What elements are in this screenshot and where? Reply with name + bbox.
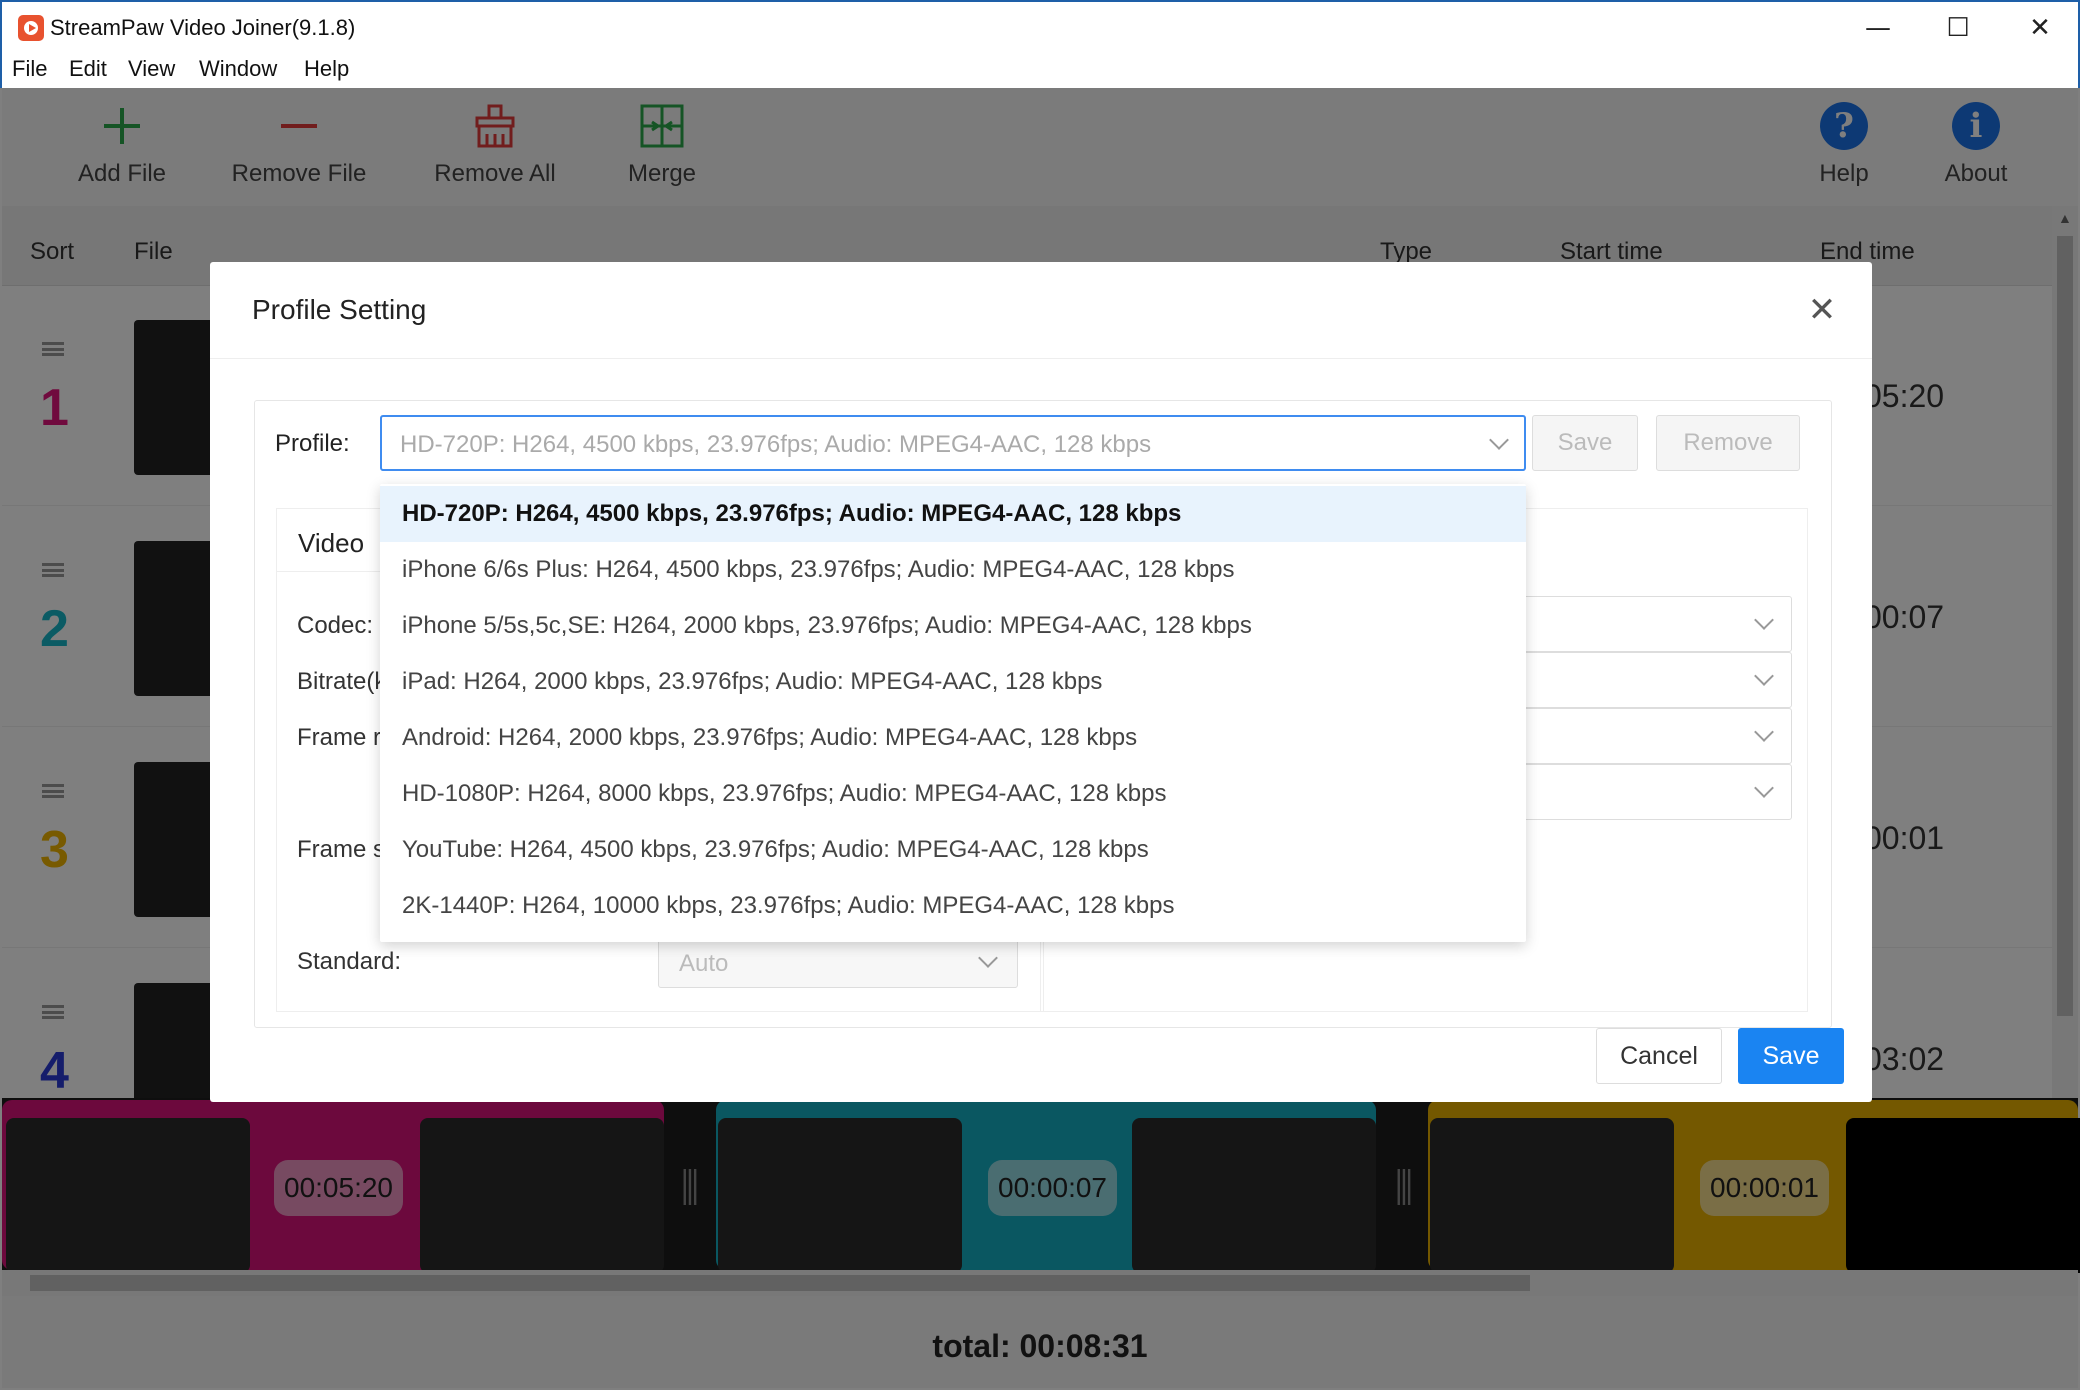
bitrate-label: Bitrate(k	[297, 668, 387, 695]
chevron-down-icon	[1754, 722, 1774, 742]
profile-select[interactable]: HD-720P: H264, 4500 kbps, 23.976fps; Aud…	[380, 415, 1526, 471]
profile-option[interactable]: YouTube: H264, 4500 kbps, 23.976fps; Aud…	[380, 822, 1526, 878]
menu-help[interactable]: Help	[304, 56, 349, 82]
profile-option[interactable]: Android: H264, 2000 kbps, 23.976fps; Aud…	[380, 710, 1526, 766]
profile-label: Profile:	[275, 430, 350, 457]
minimize-button[interactable]: —	[1848, 10, 1908, 46]
dialog-close-icon[interactable]: ✕	[1804, 292, 1840, 328]
menu-edit[interactable]: Edit	[69, 56, 107, 82]
app-logo-icon	[18, 15, 44, 41]
close-window-button[interactable]: ✕	[2010, 10, 2070, 46]
save-button[interactable]: Save	[1738, 1028, 1844, 1084]
profile-option[interactable]: iPhone 5/5s,5c,SE: H264, 2000 kbps, 23.9…	[380, 598, 1526, 654]
dialog-title: Profile Setting	[252, 294, 427, 325]
save-profile-button[interactable]: Save	[1532, 415, 1638, 471]
profile-option[interactable]: HD-720P: H264, 4500 kbps, 23.976fps; Aud…	[380, 486, 1526, 542]
frame-size-label: Frame s	[297, 836, 386, 863]
standard-label: Standard:	[297, 948, 402, 975]
menu-file[interactable]: File	[12, 56, 47, 82]
window-title: StreamPaw Video Joiner(9.1.8)	[50, 15, 356, 40]
maximize-button[interactable]: ☐	[1928, 10, 1988, 46]
profile-option[interactable]: iPad: H264, 2000 kbps, 23.976fps; Audio:…	[380, 654, 1526, 710]
menu-window[interactable]: Window	[199, 56, 277, 82]
remove-profile-button[interactable]: Remove	[1656, 415, 1800, 471]
profile-option[interactable]: iPhone 6/6s Plus: H264, 4500 kbps, 23.97…	[380, 542, 1526, 598]
menu-view[interactable]: View	[128, 56, 175, 82]
dialog-divider	[210, 358, 1872, 359]
chevron-down-icon	[1754, 778, 1774, 798]
audio-bitrate-select[interactable]	[1512, 652, 1792, 708]
chevron-down-icon	[1754, 610, 1774, 630]
cancel-button[interactable]: Cancel	[1596, 1028, 1722, 1084]
profile-option[interactable]: HD-1080P: H264, 8000 kbps, 23.976fps; Au…	[380, 766, 1526, 822]
codec-label: Codec:	[297, 612, 374, 639]
profile-dropdown-list: HD-720P: H264, 4500 kbps, 23.976fps; Aud…	[380, 484, 1526, 942]
profile-select-value: HD-720P: H264, 4500 kbps, 23.976fps; Aud…	[400, 431, 1152, 458]
title-bar: StreamPaw Video Joiner(9.1.8) — ☐ ✕	[0, 0, 2080, 52]
frame-rate-label: Frame r	[297, 724, 381, 751]
audio-channels-select[interactable]	[1512, 764, 1792, 820]
profile-option[interactable]: 2K-1440P: H264, 10000 kbps, 23.976fps; A…	[380, 878, 1526, 934]
chevron-down-icon	[1754, 666, 1774, 686]
standard-select-value: Auto	[679, 950, 729, 977]
video-section-title: Video	[298, 528, 365, 558]
chevron-down-icon	[978, 948, 998, 968]
audio-sample-rate-select[interactable]	[1512, 708, 1792, 764]
menu-bar: File Edit View Window Help	[0, 52, 2080, 88]
audio-codec-select[interactable]	[1512, 596, 1792, 652]
chevron-down-icon	[1489, 430, 1509, 450]
standard-select[interactable]: Auto	[658, 938, 1018, 988]
